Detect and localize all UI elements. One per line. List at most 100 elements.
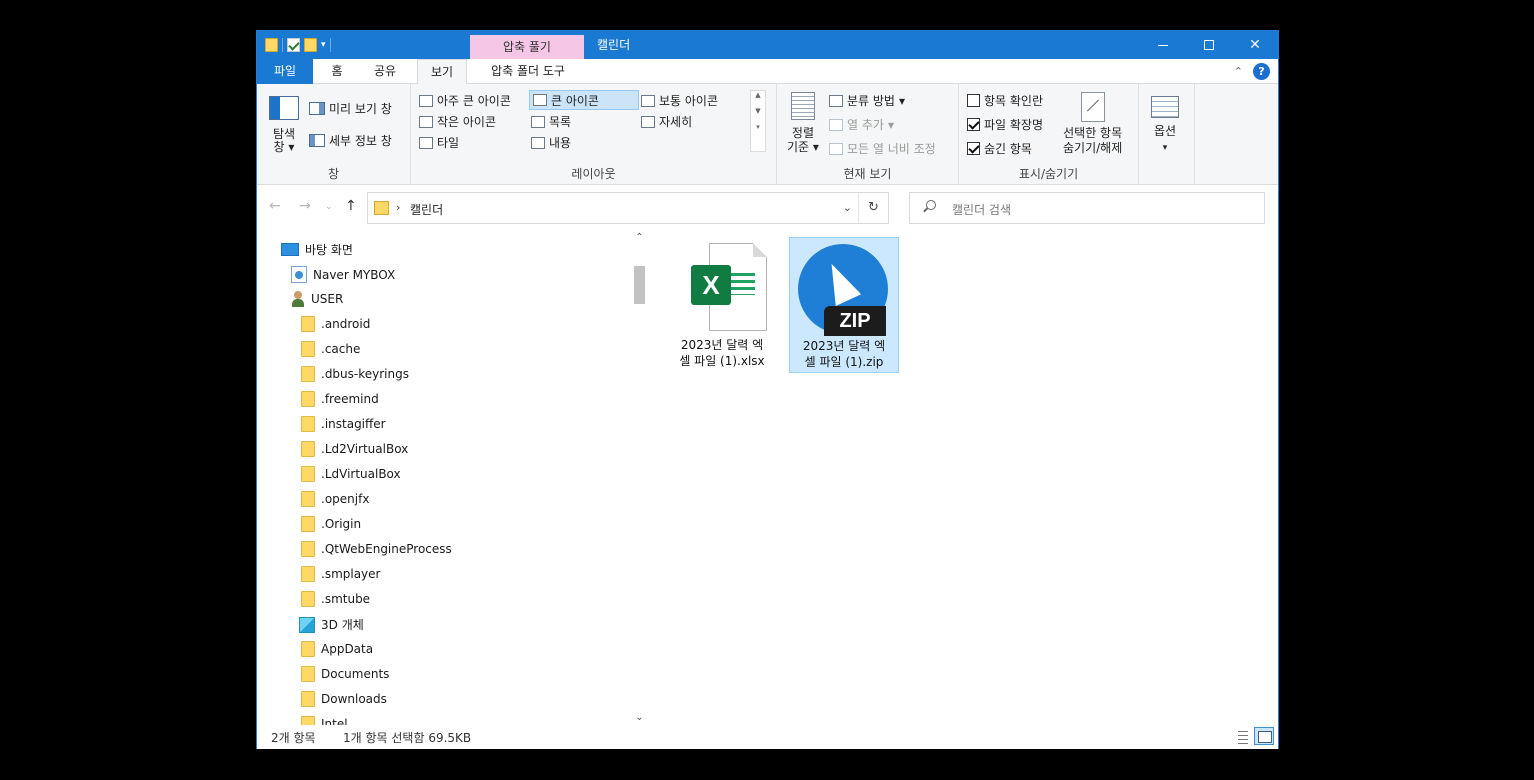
tab-view[interactable]: 보기 (417, 59, 467, 85)
hide-selected-items-button[interactable]: 선택한 항목 숨기기/해제 (1063, 92, 1122, 156)
group-by-button[interactable]: 분류 방법 ▾ (829, 92, 905, 109)
tab-file[interactable]: 파일 (257, 59, 313, 84)
properties-icon[interactable] (287, 38, 300, 52)
ribbon-tabs: 파일 홈 공유 보기 압축 폴더 도구 ⌃ ? (257, 59, 1278, 85)
layout-gallery-scroller[interactable]: ▲ ▼ ▾ (750, 90, 766, 152)
tab-share[interactable]: 공유 (365, 59, 405, 84)
chevron-down-icon[interactable]: ⌄ (843, 201, 852, 214)
minimize-button[interactable] (1140, 31, 1186, 59)
file-explorer-window: ▾ 압축 풀기 캘린더 ✕ 파일 홈 공유 보기 압축 폴더 도구 ⌃ ? 탐색 (256, 30, 1279, 749)
scroll-up-arrow-icon[interactable]: ⌃ (631, 232, 648, 243)
file-extensions-toggle[interactable]: 파일 확장명 (967, 116, 1043, 133)
tree-item-desktop[interactable]: 바탕 화면 (281, 241, 353, 258)
user-icon (291, 291, 305, 307)
tree-item-label: Documents (321, 667, 390, 681)
collapse-ribbon-icon[interactable]: ⌃ (1234, 65, 1243, 78)
up-button[interactable]: ↑ (345, 198, 357, 214)
layout-list[interactable]: 목록 (531, 113, 571, 130)
tree-item-folder[interactable]: .QtWebEngineProcess (301, 541, 452, 557)
breadcrumb[interactable]: 캘린더 (410, 201, 443, 218)
chevron-down-icon: ▾ (1162, 143, 1168, 153)
context-tab-extract: 압축 풀기 (470, 35, 584, 59)
tab-zip-tools[interactable]: 압축 폴더 도구 (473, 59, 583, 84)
file-name-line2: 셀 파일 (1).xlsx (679, 354, 765, 368)
address-bar[interactable]: › 캘린더 ⌄ ↻ (367, 192, 889, 224)
tree-item-folder[interactable]: .Ld2VirtualBox (301, 441, 408, 457)
tree-item-folder[interactable]: .openjfx (301, 491, 369, 507)
tree-item-label: 3D 개체 (321, 618, 364, 632)
tree-item-folder[interactable]: .dbus-keyrings (301, 366, 409, 382)
tab-home[interactable]: 홈 (319, 59, 355, 84)
layout-large-icons[interactable]: 큰 아이콘 (529, 90, 639, 110)
ribbon-group-options: 옵션 ▾ (1139, 84, 1195, 185)
layout-details[interactable]: 자세히 (641, 113, 692, 130)
search-input[interactable]: 캘린더 검색 (952, 201, 1011, 218)
tree-item-label: .QtWebEngineProcess (321, 542, 452, 556)
group-label-panes: 창 (327, 167, 340, 181)
sort-by-button[interactable]: 정렬 기준 ▾ (787, 92, 819, 154)
checkbox-checked (967, 118, 980, 131)
ribbon-group-current-view: 정렬 기준 ▾ 분류 방법 ▾ 열 추가 ▾ 모든 열 너비 조정 현재 보기 (777, 84, 959, 185)
tree-item-user[interactable]: USER (291, 291, 343, 307)
group-label-layout: 레이아웃 (571, 167, 616, 181)
tree-item-folder[interactable]: Documents (301, 666, 389, 682)
checkbox-checked (967, 142, 980, 155)
search-box[interactable]: 캘린더 검색 (909, 192, 1265, 224)
scrollbar-thumb[interactable] (634, 266, 645, 304)
tree-item-folder[interactable]: .cache (301, 341, 360, 357)
file-item-zip[interactable]: ZIP 2023년 달력 엑 셀 파일 (1).zip (789, 237, 899, 373)
tree-item-folder[interactable]: .android (301, 316, 370, 332)
layout-tiles[interactable]: 타일 (419, 134, 459, 151)
new-folder-icon[interactable] (304, 38, 317, 52)
large-icons-view-icon[interactable] (1254, 727, 1274, 745)
tree-item-label: .dbus-keyrings (321, 367, 409, 381)
folder-icon (301, 691, 315, 707)
tree-item-folder[interactable]: .smplayer (301, 566, 380, 582)
back-button[interactable]: ← (269, 198, 281, 214)
chevron-right-icon[interactable]: › (396, 201, 400, 214)
group-by-icon (829, 94, 843, 107)
tree-item-label: .openjfx (321, 492, 370, 506)
forward-button[interactable]: → (299, 198, 311, 214)
layout-content[interactable]: 내용 (531, 134, 571, 151)
layout-small-icons[interactable]: 작은 아이콘 (419, 113, 496, 130)
size-all-columns-button[interactable]: 모든 열 너비 조정 (829, 140, 936, 157)
tree-item-folder[interactable]: .smtube (301, 591, 370, 607)
preview-pane-button[interactable]: 미리 보기 창 (309, 100, 392, 117)
layout-extra-large-icons[interactable]: 아주 큰 아이콘 (419, 92, 511, 109)
file-item-xlsx[interactable]: X 2023년 달력 엑 셀 파일 (1).xlsx (667, 237, 777, 373)
refresh-button[interactable]: ↻ (858, 193, 888, 223)
item-check-boxes-toggle[interactable]: 항목 확인란 (967, 92, 1043, 109)
excel-file-icon: X (691, 243, 769, 333)
recent-locations-button[interactable]: ⌄ (325, 202, 333, 212)
navigation-pane-button[interactable]: 탐색 창 ▾ (269, 96, 299, 154)
hidden-items-toggle[interactable]: 숨긴 항목 (967, 140, 1032, 157)
details-pane-button[interactable]: 세부 정보 창 (309, 132, 392, 149)
details-view-icon[interactable] (1232, 727, 1252, 745)
tiles-icon (419, 136, 433, 149)
tree-item-label: .freemind (321, 392, 379, 406)
chevron-down-icon[interactable]: ▾ (321, 40, 326, 50)
tree-item-folder[interactable]: .freemind (301, 391, 379, 407)
tree-item-3d-objects[interactable]: 3D 개체 (299, 616, 364, 633)
layout-label: 작은 아이콘 (437, 115, 497, 129)
add-columns-button[interactable]: 열 추가 ▾ (829, 116, 894, 133)
close-button[interactable]: ✕ (1232, 31, 1278, 59)
excel-badge: X (691, 265, 731, 305)
options-button[interactable]: 옵션 ▾ (1151, 96, 1179, 153)
tree-item-mybox[interactable]: Naver MYBOX (291, 266, 395, 283)
tree-item-folder[interactable]: .Origin (301, 516, 361, 532)
maximize-button[interactable] (1186, 31, 1232, 59)
navigation-pane-scrollbar[interactable]: ⌃ ⌄ (631, 230, 648, 725)
tree-item-folder[interactable]: AppData (301, 641, 373, 657)
help-icon[interactable]: ? (1253, 63, 1270, 80)
tree-item-folder[interactable]: Downloads (301, 691, 387, 707)
tree-item-folder[interactable]: .LdVirtualBox (301, 466, 401, 482)
folder-icon (301, 516, 315, 532)
tree-item-folder[interactable]: Intel (301, 716, 348, 725)
tree-item-label: .instagiffer (321, 417, 386, 431)
lightning-bolt (818, 257, 862, 307)
scroll-down-arrow-icon[interactable]: ⌄ (631, 712, 648, 723)
layout-medium-icons[interactable]: 보통 아이콘 (641, 92, 718, 109)
tree-item-folder[interactable]: .instagiffer (301, 416, 386, 432)
